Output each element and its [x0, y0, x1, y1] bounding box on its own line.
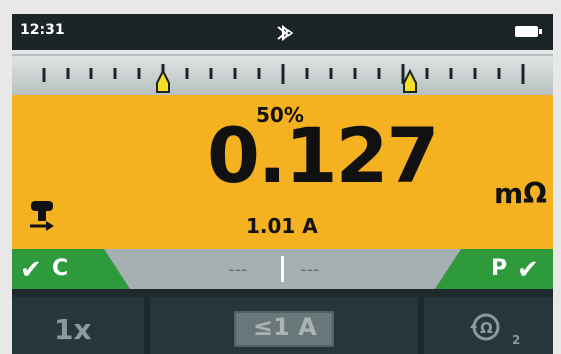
status-divider [281, 256, 284, 282]
lower-limit-marker [156, 68, 170, 93]
polarity-status-tag: P ✔ [435, 249, 553, 289]
upper-limit-marker [403, 68, 417, 93]
battery-icon [515, 26, 542, 37]
status-row: ✔ C --- --- P ✔ [12, 249, 553, 289]
right-dash: --- [300, 259, 320, 280]
reverse-button[interactable]: Ω 2 [424, 297, 553, 354]
bluetooth-icon [277, 24, 294, 42]
clock: 12:31 [20, 22, 65, 38]
limit-scale [12, 50, 553, 95]
continuity-label: C [52, 256, 69, 281]
repeat-button[interactable]: 1x [12, 297, 144, 354]
resistance-reading: 0.127 [207, 111, 439, 200]
continuity-status-tag: ✔ C [12, 249, 130, 289]
check-icon: ✔ [20, 255, 42, 285]
range-label: ≤1 A [253, 313, 317, 341]
range-button[interactable]: ≤1 A [150, 297, 418, 354]
reverse-polarity-icon: Ω [470, 313, 500, 341]
resistance-unit: mΩ [494, 177, 547, 210]
svg-text:Ω: Ω [480, 319, 493, 337]
reverse-subscript: 2 [512, 333, 521, 347]
check-icon: ✔ [517, 255, 539, 285]
repeat-label: 1x [54, 313, 92, 346]
instrument-screen: 12:31 50% 0.127 mΩ 1.01 A ✔ C --- --- P … [12, 14, 553, 354]
probe-connection-icon [30, 201, 54, 231]
status-bar: 12:31 [12, 14, 553, 50]
soft-button-row: 1x ≤1 A Ω 2 [12, 289, 553, 354]
measurement-panel: 50% 0.127 mΩ 1.01 A [12, 95, 553, 249]
left-dash: --- [228, 259, 248, 280]
polarity-label: P [491, 256, 508, 281]
test-current: 1.01 A [246, 214, 318, 238]
scale-graphic [12, 54, 553, 93]
